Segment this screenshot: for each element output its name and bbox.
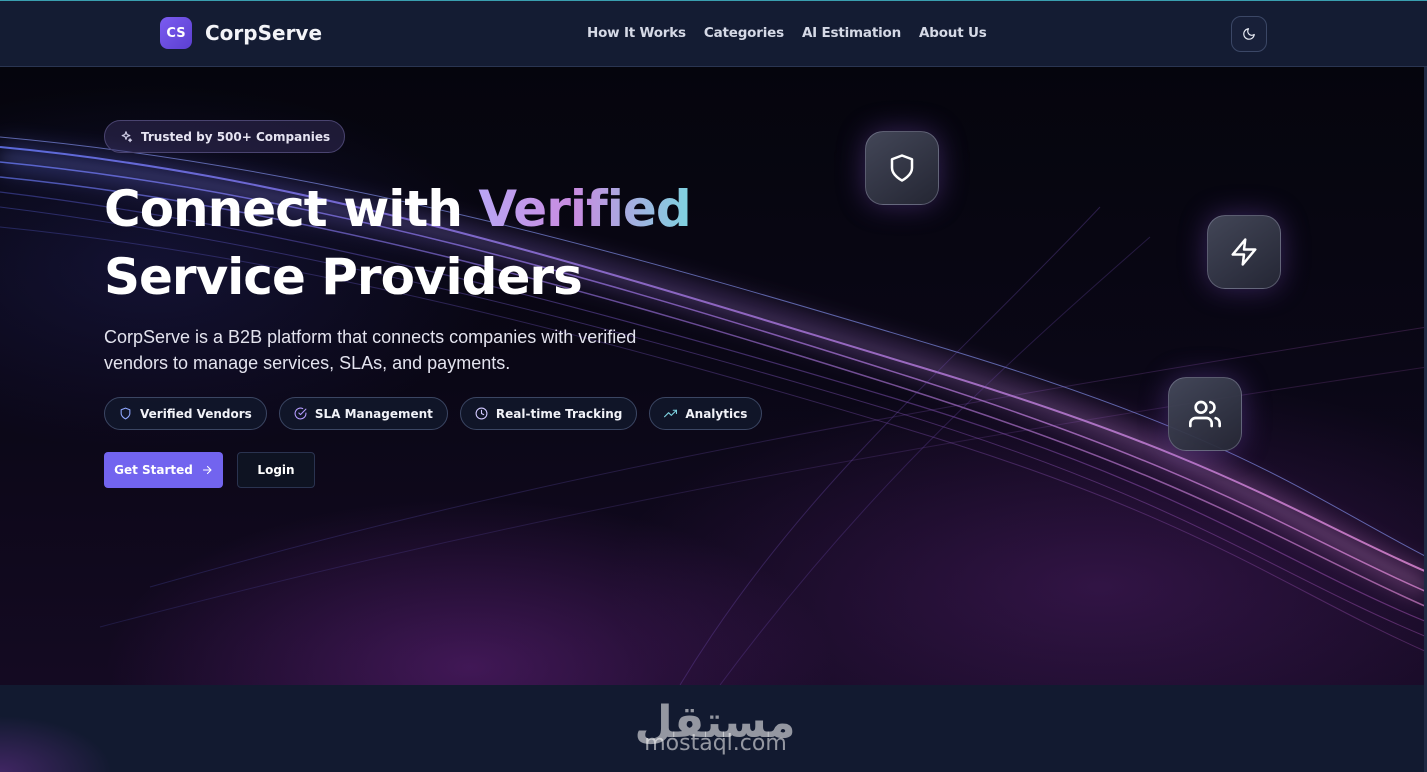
feature-chip-analytics: Analytics (649, 397, 763, 430)
trust-badge-label: Trusted by 500+ Companies (141, 129, 331, 144)
hero-description: CorpServe is a B2B platform that connect… (104, 327, 637, 373)
feature-chip-sla-management: SLA Management (278, 397, 448, 430)
shield-icon (120, 407, 131, 420)
nav-link-ai-estimation[interactable]: AI Estimation (802, 25, 901, 41)
trust-badge: Trusted by 500+ Companies (104, 120, 346, 153)
theme-toggle-button[interactable] (1231, 16, 1267, 52)
feature-chip-verified-vendors: Verified Vendors (104, 397, 267, 430)
navbar: CS CorpServe How It Works Categories AI … (0, 0, 1427, 67)
floating-users-card (1168, 377, 1242, 451)
users-icon (1189, 400, 1221, 428)
main-nav: How It Works Categories AI Estimation Ab… (587, 25, 987, 41)
sparkles-icon (121, 130, 133, 142)
nav-link-how-it-works[interactable]: How It Works (587, 25, 686, 41)
floating-zap-card (1207, 215, 1281, 289)
wave-background (0, 136, 1427, 685)
hero-cta-group: Get Started Login (104, 452, 315, 488)
get-started-label: Get Started (114, 463, 193, 477)
clock-icon (475, 407, 488, 420)
watermark-text: mostaql.com (644, 731, 787, 756)
floating-shield-card (865, 131, 939, 205)
logo-badge: CS (160, 17, 192, 49)
shield-icon (890, 154, 914, 182)
feature-chip-label: Real-time Tracking (495, 406, 623, 421)
login-button[interactable]: Login (237, 452, 315, 488)
brand-name: CorpServe (205, 21, 323, 45)
get-started-button[interactable]: Get Started (104, 452, 223, 488)
arrow-right-icon (202, 465, 212, 475)
headline-part2: Service Providers (104, 248, 583, 306)
hero-headline: Connect with Verified Service Providers (104, 175, 804, 311)
nav-link-about-us[interactable]: About Us (919, 25, 987, 41)
feature-chip-label: Verified Vendors (140, 406, 252, 421)
hero-section: Trusted by 500+ Companies Connect with V… (0, 67, 1427, 685)
headline-accent: Verified (478, 180, 691, 238)
feature-chip-real-time-tracking: Real-time Tracking (459, 397, 638, 430)
feature-chips: Verified Vendors SLA Management Real-tim… (104, 397, 763, 430)
feature-chip-label: Analytics (685, 406, 748, 421)
trending-up-icon (664, 409, 678, 418)
zap-icon (1231, 238, 1257, 266)
nav-link-categories[interactable]: Categories (704, 25, 784, 41)
headline-part1: Connect with (104, 180, 479, 238)
brand-logo[interactable]: CS CorpServe (160, 17, 322, 49)
feature-chip-label: SLA Management (314, 406, 433, 421)
check-circle-icon (294, 407, 307, 420)
moon-icon (1243, 28, 1255, 40)
